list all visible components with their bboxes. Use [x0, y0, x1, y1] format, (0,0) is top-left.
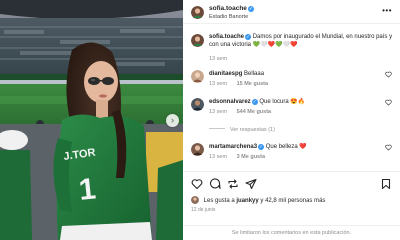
comment-username[interactable]: martamarchena3 — [209, 144, 257, 150]
comments-limited-notice: Se limitaron los comentarios en esta pub… — [183, 225, 400, 240]
comment-body: Que belleza ❤️ — [265, 144, 307, 150]
verified-badge-icon: ✓ — [251, 99, 258, 105]
author-username[interactable]: sofia.toache ✓ — [209, 5, 254, 12]
liker-username[interactable]: juankyy — [236, 198, 258, 204]
comment-meta: 13 sem 544 Me gusta — [209, 109, 279, 115]
comment-likes[interactable]: 15 Me gusta — [237, 81, 268, 87]
comment-item: martamarchena3 ✓ Que belleza ❤️ 13 sem 3 … — [191, 142, 396, 168]
svg-text:1: 1 — [77, 172, 97, 207]
post-side-panel: sofia.toache ✓ Estadio Banorte ••• sofia.… — [183, 0, 400, 240]
caption-username[interactable]: sofia.toache — [209, 34, 244, 40]
like-comment-heart-icon[interactable] — [385, 71, 392, 78]
comment-bubble-icon[interactable] — [209, 178, 221, 190]
post-actions: Les gusta a juankyy y 42,8 mil personas … — [183, 171, 400, 231]
caption-text: sofia.toache ✓ Damos por inaugurado el Mu… — [209, 33, 394, 49]
stadium-photo: J.TOR 1 — [0, 0, 183, 240]
view-replies-link[interactable]: Ver respuestas (1) — [209, 127, 275, 133]
comment-likes[interactable]: 3 Me gusta — [237, 154, 265, 160]
comment-time[interactable]: 13 sem — [209, 81, 227, 87]
share-paper-plane-icon[interactable] — [245, 178, 257, 190]
comment-username[interactable]: dianitaespg — [209, 71, 242, 77]
comment-body: Bellaaa — [244, 71, 265, 77]
comment-body: Que locura 😍🔥 — [259, 99, 306, 105]
commenter-avatar[interactable] — [191, 98, 204, 111]
comments-list[interactable]: sofia.toache ✓ Damos por inaugurado el Mu… — [183, 27, 400, 169]
like-comment-heart-icon[interactable] — [385, 99, 392, 106]
comment-time[interactable]: 13 sem — [209, 109, 227, 115]
more-options-icon[interactable]: ••• — [382, 7, 392, 15]
comment-time[interactable]: 13 sem — [209, 154, 227, 160]
post-location[interactable]: Estadio Banorte — [209, 14, 248, 20]
post-header: sofia.toache ✓ Estadio Banorte ••• — [183, 0, 400, 24]
replies-divider — [209, 128, 225, 129]
caption-timestamp[interactable]: 13 sem — [209, 56, 227, 62]
verified-badge-icon: ✓ — [245, 34, 252, 40]
post-photo[interactable]: J.TOR 1 › — [0, 0, 183, 240]
comment-likes[interactable]: 544 Me gusta — [237, 109, 272, 115]
commenter-avatar[interactable] — [191, 143, 204, 156]
comment-text: martamarchena3 ✓ Que belleza ❤️ — [209, 143, 379, 151]
verified-badge-icon: ✓ — [247, 6, 254, 12]
like-comment-heart-icon[interactable] — [385, 144, 392, 151]
likes-summary[interactable]: Les gusta a juankyy y 42,8 mil personas … — [191, 196, 325, 204]
comment-text: edsonnalvarez ✓ Que locura 😍🔥 — [209, 98, 379, 106]
comment-meta: 13 sem 3 Me gusta — [209, 154, 273, 160]
like-heart-icon[interactable] — [191, 178, 203, 190]
save-bookmark-icon[interactable] — [380, 178, 392, 190]
comment-username[interactable]: edsonnalvarez — [209, 99, 251, 105]
comment-meta: 13 sem 15 Me gusta — [209, 81, 276, 87]
repost-icon[interactable] — [227, 178, 239, 190]
comment-text: dianitaespg Bellaaa — [209, 70, 379, 78]
post-date[interactable]: 12 de junio — [191, 207, 215, 213]
author-avatar[interactable] — [191, 6, 204, 19]
caption-emoji: 💚🤍❤️💚🤍❤️ — [252, 42, 298, 48]
verified-badge-icon: ✓ — [258, 144, 265, 150]
liker-avatar[interactable] — [191, 196, 199, 204]
next-photo-chevron-icon[interactable]: › — [166, 114, 179, 127]
commenter-avatar[interactable] — [191, 70, 204, 83]
comment-item: edsonnalvarez ✓ Que locura 😍🔥 13 sem 544 … — [191, 97, 396, 123]
caption-avatar[interactable] — [191, 34, 204, 47]
comment-item: dianitaespg Bellaaa 13 sem 15 Me gusta — [191, 69, 396, 95]
